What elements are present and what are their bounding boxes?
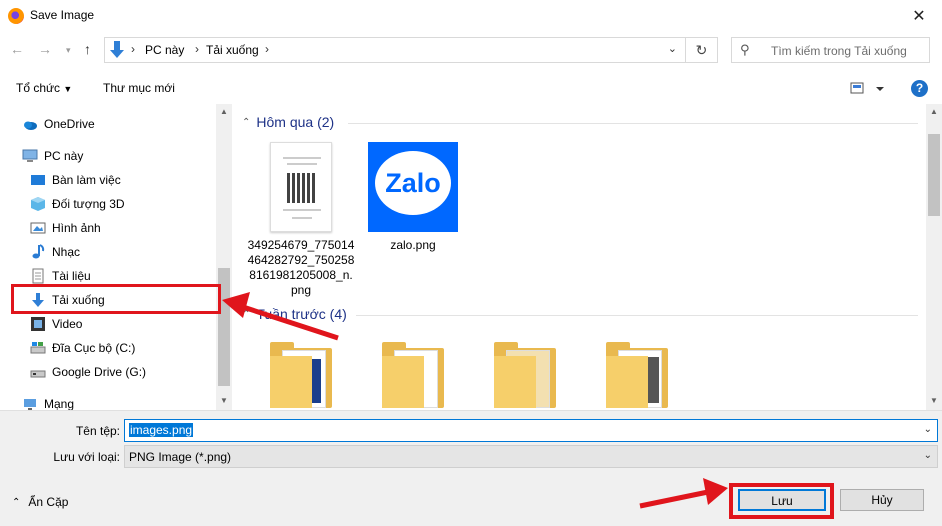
computer-icon (22, 148, 38, 164)
firefox-icon (8, 8, 24, 24)
chevron-down-icon: ▼ (63, 84, 73, 94)
scroll-down-icon[interactable]: ▼ (220, 396, 228, 405)
annotation-highlight-save (729, 483, 834, 519)
file-item[interactable]: Zalo zalo.png (358, 142, 468, 253)
folder-icon[interactable] (494, 342, 556, 408)
window-title: Save Image (30, 8, 95, 22)
view-icon (850, 82, 884, 94)
network-icon (22, 396, 38, 410)
file-list: ⌃ Hôm qua (2) 349254679_775014464282792_… (232, 104, 926, 410)
sidebar-item-music[interactable]: Nhạc (30, 242, 80, 262)
new-folder-button[interactable]: Thư mục mới (103, 81, 175, 95)
navigation-bar: ← → ▾ ↑ › PC này › Tải xuống › ⌄ ↻ ⚲ Tìm… (0, 33, 942, 69)
filetype-select[interactable]: PNG Image (*.png) ⌄ (124, 445, 938, 468)
download-folder-icon (110, 41, 124, 58)
organize-button[interactable]: Tổ chức ▼ (16, 81, 72, 95)
sidebar-item-3d-objects[interactable]: Đối tượng 3D (30, 194, 125, 214)
back-arrow-icon[interactable]: ← (10, 41, 24, 57)
sidebar-scrollbar[interactable]: ▲ ▼ (216, 104, 232, 410)
filename-input[interactable]: images.png ⌄ (124, 419, 938, 442)
sidebar-item-desktop[interactable]: Bàn làm việc (30, 170, 121, 190)
chevron-down-icon[interactable]: ⌄ (924, 424, 932, 435)
group-header-yesterday[interactable]: ⌃ Hôm qua (2) (242, 114, 334, 130)
breadcrumb-separator-icon[interactable]: › (265, 42, 269, 56)
folder-icon[interactable] (270, 342, 332, 408)
chevron-down-icon[interactable]: ⌄ (668, 42, 677, 55)
help-icon[interactable]: ? (911, 80, 928, 97)
search-placeholder: Tìm kiếm trong Tải xuống (771, 44, 907, 58)
video-icon (30, 316, 46, 332)
scroll-up-icon[interactable]: ▲ (220, 107, 228, 116)
breadcrumb-pc[interactable]: PC này (145, 43, 184, 57)
sidebar-item-pc[interactable]: PC này (22, 146, 83, 166)
file-name: 349254679_775014464282792_75025881619812… (247, 238, 355, 297)
filetype-label: Lưu với loại: (53, 450, 120, 464)
desktop-icon (30, 172, 46, 188)
sidebar-item-google-drive[interactable]: Google Drive (G:) (30, 362, 146, 382)
forward-arrow-icon[interactable]: → (38, 41, 52, 57)
folder-icon[interactable] (606, 342, 668, 408)
drive-icon (30, 340, 46, 356)
filetype-value: PNG Image (*.png) (129, 450, 232, 464)
pictures-icon (30, 220, 46, 236)
drive-icon (30, 364, 46, 380)
recent-locations-chevron-icon[interactable]: ▾ (66, 45, 71, 56)
address-bar[interactable]: › PC này › Tải xuống › ⌄ (104, 37, 686, 63)
scroll-up-icon[interactable]: ▲ (930, 107, 938, 116)
refresh-icon: ↻ (695, 41, 708, 58)
hide-folders-toggle[interactable]: ⌃ Ẩn Cặp (12, 495, 68, 509)
chevron-up-icon: ⌃ (12, 496, 21, 508)
breadcrumb-downloads[interactable]: Tải xuống (206, 43, 259, 57)
refresh-button[interactable]: ↻ (686, 37, 718, 63)
sidebar-item-network[interactable]: Mạng (22, 394, 74, 410)
breadcrumb-separator-icon: › (195, 42, 199, 56)
chevron-up-icon: ⌃ (242, 116, 251, 128)
annotation-highlight-downloads (11, 284, 221, 314)
breadcrumb-separator-icon: › (131, 42, 135, 56)
sidebar-item-pictures[interactable]: Hình ảnh (30, 218, 101, 238)
filename-label: Tên tệp: (75, 424, 120, 438)
filename-value: images.png (129, 423, 194, 437)
sidebar-item-documents[interactable]: Tài liệu (30, 266, 91, 286)
cube-icon (30, 196, 46, 212)
group-header-last-week[interactable]: ⌃ Tuần trước (4) (242, 306, 347, 322)
cancel-button[interactable]: Hủy (840, 489, 924, 511)
documents-icon (30, 268, 46, 284)
group-divider (356, 315, 918, 316)
view-options-button[interactable] (850, 81, 890, 97)
scroll-down-icon[interactable]: ▼ (930, 396, 938, 405)
search-input[interactable]: ⚲ Tìm kiếm trong Tải xuống (731, 37, 930, 63)
cloud-icon (22, 116, 38, 132)
group-divider (348, 123, 918, 124)
up-arrow-icon[interactable]: ↑ (84, 41, 91, 57)
navigation-pane: OneDrive PC này Bàn làm việc Đối tượng 3… (0, 104, 232, 410)
file-name: zalo.png (390, 238, 436, 252)
folder-icon[interactable] (382, 342, 444, 408)
music-icon (30, 244, 46, 260)
scrollbar-thumb[interactable] (928, 134, 940, 216)
sidebar-item-local-disk[interactable]: Đĩa Cục bộ (C:) (30, 338, 135, 358)
file-thumbnail (270, 142, 332, 232)
sidebar-item-onedrive[interactable]: OneDrive (22, 114, 95, 134)
zalo-logo-icon: Zalo (368, 142, 458, 232)
sidebar-item-video[interactable]: Video (30, 314, 82, 334)
search-icon: ⚲ (740, 42, 750, 57)
chevron-down-icon[interactable]: ⌄ (924, 450, 932, 461)
file-item[interactable]: 349254679_775014464282792_75025881619812… (246, 142, 356, 298)
file-list-scrollbar[interactable]: ▲ ▼ (926, 104, 942, 410)
command-toolbar: Tổ chức ▼ Thư mục mới ? (0, 72, 942, 104)
close-icon[interactable]: ✕ (896, 0, 942, 32)
chevron-up-icon: ⌃ (242, 308, 251, 320)
title-bar: Save Image ✕ (0, 0, 942, 32)
